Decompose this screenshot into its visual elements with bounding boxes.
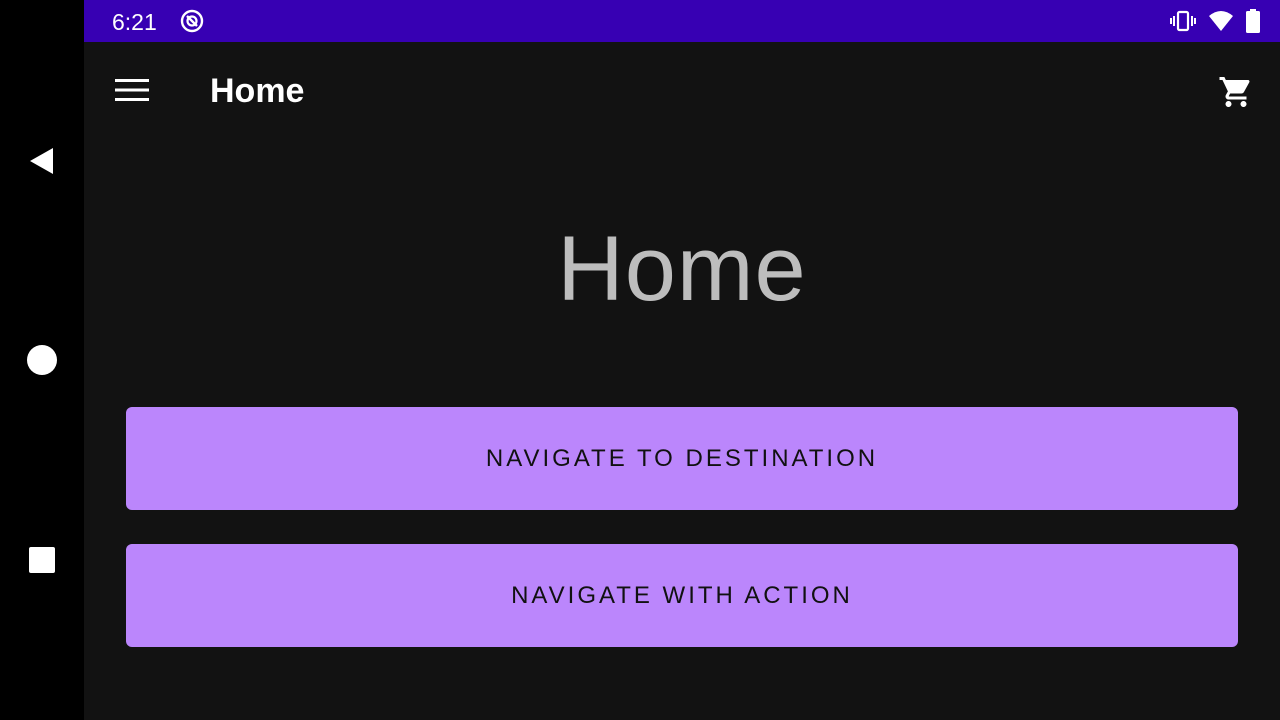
recents-button[interactable] — [14, 532, 70, 588]
back-icon — [30, 148, 53, 174]
menu-button[interactable] — [102, 62, 162, 118]
menu-icon — [115, 79, 149, 101]
back-button[interactable] — [14, 133, 70, 189]
app-notification-icon — [180, 9, 204, 33]
status-time: 6:21 — [112, 9, 157, 35]
cart-button[interactable] — [1208, 64, 1264, 120]
wifi-icon — [1209, 11, 1233, 31]
cart-icon — [1219, 77, 1250, 107]
system-navigation-bar — [0, 0, 84, 720]
page-heading: Home — [557, 218, 807, 320]
battery-icon — [1246, 9, 1260, 33]
navigate-to-destination-button[interactable]: NAVIGATE TO DESTINATION — [126, 407, 1238, 510]
home-button[interactable] — [14, 332, 70, 388]
recents-icon — [29, 547, 55, 573]
app-screen: 6:21 Home Home NAVIGATE TO DESTINATION N… — [0, 0, 1280, 720]
navigate-with-action-button[interactable]: NAVIGATE WITH ACTION — [126, 544, 1238, 647]
app-bar-title: Home — [210, 72, 305, 110]
status-icons — [1170, 8, 1260, 34]
vibrate-icon — [1170, 10, 1196, 32]
home-icon — [27, 345, 57, 375]
app-bar: Home — [84, 42, 1280, 142]
status-bar: 6:21 — [84, 0, 1280, 42]
